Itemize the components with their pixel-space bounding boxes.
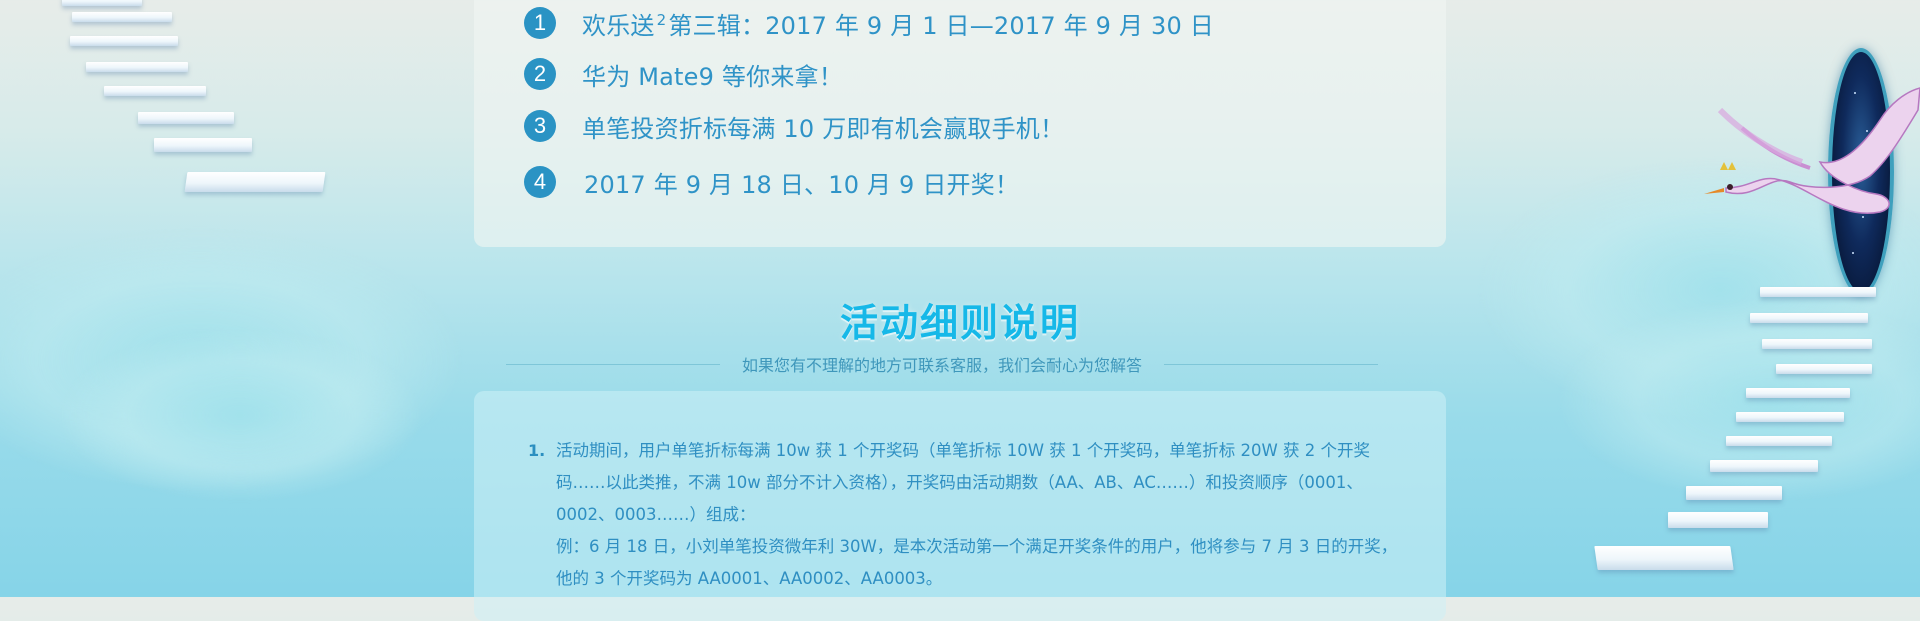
stair-step: [184, 172, 326, 192]
swan-illustration: [1704, 87, 1920, 214]
number-badge: 1: [524, 7, 556, 39]
rules-panel: 1. 活动期间，用户单笔折标每满 10w 获 1 个开奖码（单笔折标 10W 获…: [474, 391, 1446, 621]
section-subtitle: 如果您有不理解的地方可联系客服，我们会耐心为您解答: [742, 356, 1143, 375]
stair-step: [62, 0, 142, 6]
star-dot: [1854, 92, 1856, 94]
number-badge: 3: [524, 110, 556, 142]
prize-text: 华为 Mate9 等你来拿！: [582, 62, 843, 91]
star-dot: [1862, 216, 1864, 218]
prize-info-panel: 1 欢乐送 2第三辑：2017 年 9 月 1 日—2017 年 9 月 30 日…: [474, 0, 1446, 247]
portal-image: [1828, 48, 1894, 296]
star-dot: [1848, 172, 1850, 174]
number-badge: 2: [524, 58, 556, 90]
prize-text: 欢乐送 2第三辑：2017 年 9 月 1 日—2017 年 9 月 30 日: [582, 6, 1214, 41]
prize-item-4: 4 2017 年 9 月 18 日、10 月 9 日开奖！: [524, 164, 1019, 200]
stair-step: [1776, 364, 1872, 374]
cloud-right: [1480, 160, 1920, 420]
prize-item-1: 1 欢乐送 2第三辑：2017 年 9 月 1 日—2017 年 9 月 30 日: [524, 5, 1214, 41]
stair-step: [1668, 512, 1768, 528]
rule-item-1: 1. 活动期间，用户单笔折标每满 10w 获 1 个开奖码（单笔折标 10W 获…: [528, 435, 1408, 595]
stair-step: [1746, 388, 1850, 398]
prize-item-3: 3 单笔投资折标每满 10 万即有机会赢取手机！: [524, 108, 1064, 144]
rule-number: 1.: [528, 441, 546, 460]
star-dot: [1866, 130, 1868, 132]
cloud-left-small: [60, 330, 420, 500]
stair-step: [1594, 546, 1734, 570]
prize-text-dates: 第三辑：2017 年 9 月 1 日—2017 年 9 月 30 日: [668, 11, 1214, 40]
stair-step: [154, 138, 252, 152]
stair-step: [86, 62, 188, 72]
prize-text: 2017 年 9 月 18 日、10 月 9 日开奖！: [584, 170, 1020, 199]
rule-body: 活动期间，用户单笔折标每满 10w 获 1 个开奖码（单笔折标 10W 获 1 …: [556, 435, 1408, 595]
cloud-left: [0, 230, 460, 490]
stair-step: [1736, 412, 1844, 422]
stair-step: [72, 12, 172, 22]
rule-text: 活动期间，用户单笔折标每满 10w 获 1 个开奖码（单笔折标 10W 获 1 …: [556, 441, 1371, 524]
superscript-mark: 2: [656, 10, 667, 29]
stair-step: [138, 112, 234, 124]
divider-right: [1164, 363, 1379, 365]
divider-left: [506, 363, 720, 365]
number-badge: 4: [524, 166, 556, 198]
section-subtitle-row: 如果您有不理解的地方可联系客服，我们会耐心为您解答: [506, 352, 1379, 376]
star-dot: [1852, 252, 1854, 254]
prize-text-main: 欢乐送: [582, 11, 655, 40]
prize-text: 单笔投资折标每满 10 万即有机会赢取手机！: [582, 114, 1065, 143]
section-title: 活动细则说明: [839, 301, 1080, 345]
rule-example: 例：6 月 18 日，小刘单笔投资微年利 30W，是本次活动第一个满足开奖条件的…: [556, 537, 1398, 588]
prize-item-2: 2 华为 Mate9 等你来拿！: [524, 56, 843, 92]
stair-step: [70, 36, 178, 46]
stair-step: [1710, 460, 1818, 472]
stair-step: [104, 86, 206, 96]
stair-step: [1686, 486, 1782, 500]
stair-step: [1726, 436, 1832, 446]
